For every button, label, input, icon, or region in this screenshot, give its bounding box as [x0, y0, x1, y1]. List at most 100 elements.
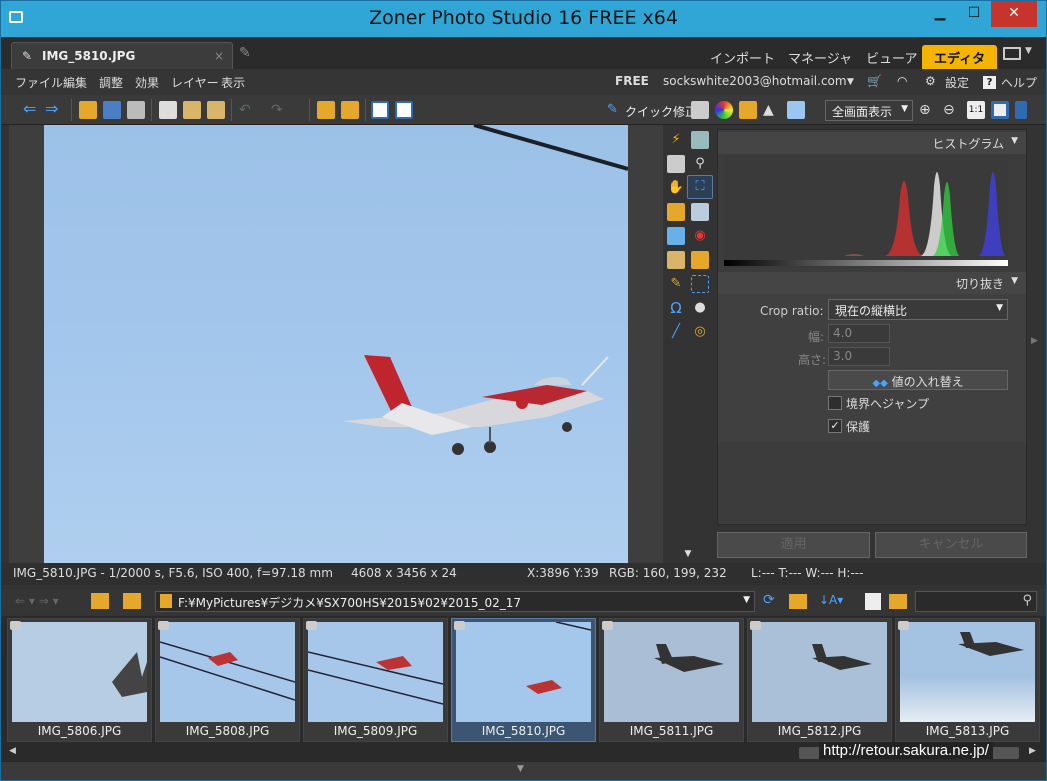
back-icon[interactable]: ⇐	[23, 101, 41, 119]
histogram-header[interactable]: ヒストグラム ▼	[718, 132, 1026, 154]
maximize-button[interactable]: ☐	[957, 1, 991, 27]
raw-jpg-icon[interactable]	[865, 593, 881, 610]
close-button[interactable]: ✕	[991, 1, 1037, 27]
paste-icon[interactable]	[183, 101, 201, 119]
menu-effects[interactable]: 効果	[135, 74, 159, 91]
fit-height-icon[interactable]	[1015, 101, 1027, 119]
document-tab[interactable]: ✎ IMG_5810.JPG ×	[11, 42, 233, 69]
thumbnail[interactable]: IMG_5808.JPG	[155, 618, 300, 742]
collapse-icon[interactable]: ▼	[517, 764, 524, 774]
landscape-icon[interactable]	[667, 227, 685, 245]
thumbnail[interactable]: IMG_5809.JPG	[303, 618, 448, 742]
zoom-in-icon[interactable]: ⊕	[919, 101, 937, 119]
settings-menu[interactable]: 設定	[945, 74, 969, 91]
thumbnail[interactable]: IMG_5812.JPG	[747, 618, 892, 742]
print-icon[interactable]	[127, 101, 145, 119]
layout-split-icon[interactable]	[395, 101, 413, 119]
layout-single-icon[interactable]	[371, 101, 389, 119]
sort-icon[interactable]: ↓A▾	[819, 593, 843, 607]
quick-fix-icon[interactable]: ✎	[607, 101, 625, 119]
jump-checkbox[interactable]	[828, 396, 842, 410]
grid-icon[interactable]	[667, 155, 685, 173]
protect-checkbox[interactable]: ✓	[828, 419, 842, 433]
fit-icon[interactable]	[991, 101, 1009, 119]
cart-icon[interactable]: 🛒	[867, 74, 882, 88]
help-icon[interactable]: ?	[983, 76, 996, 89]
crop-header[interactable]: 切り抜き ▼	[718, 272, 1026, 294]
print-tool-icon[interactable]	[691, 131, 709, 149]
view-mode-select[interactable]: 全画面表示 ▼	[825, 100, 913, 121]
lightning-icon[interactable]: ⚡	[667, 131, 685, 149]
rotate-right-icon[interactable]	[341, 101, 359, 119]
crop-ratio-select[interactable]: 現在の縦横比 ▼	[828, 299, 1008, 320]
swap-values-button[interactable]: ◆◆ 値の入れ替え	[828, 370, 1008, 390]
folder-icon[interactable]	[123, 593, 141, 609]
target-icon[interactable]: ◎	[691, 323, 709, 341]
width-input[interactable]: 4.0	[828, 324, 890, 343]
stamp-icon[interactable]	[691, 251, 709, 269]
minimize-button[interactable]: ▁	[923, 1, 957, 27]
account-email[interactable]: sockswhite2003@hotmail.com	[663, 74, 847, 88]
gear-icon[interactable]: ⚙	[925, 74, 936, 88]
search-input[interactable]: ⚲	[915, 591, 1037, 612]
menu-adjust[interactable]: 調整	[99, 74, 123, 91]
levels-icon[interactable]	[691, 101, 709, 119]
menu-view[interactable]: 表示	[221, 74, 245, 91]
redo-icon[interactable]: ↷	[271, 101, 289, 119]
actual-size-icon[interactable]: 1:1	[967, 101, 985, 119]
account-chevron-icon[interactable]: ▼	[847, 77, 854, 87]
shapes-icon[interactable]: ●	[691, 299, 709, 317]
paste-special-icon[interactable]	[207, 101, 225, 119]
menu-edit[interactable]: 編集	[63, 74, 87, 91]
tab-editor[interactable]: エディタ	[922, 45, 998, 69]
expand-panel-icon[interactable]: ▶	[1031, 336, 1038, 346]
rss-icon[interactable]: ◠	[897, 74, 907, 88]
menu-layers[interactable]: レイヤー	[171, 74, 219, 91]
menu-file[interactable]: ファイル	[15, 74, 63, 91]
height-input[interactable]: 3.0	[828, 347, 890, 366]
triangle-icon[interactable]: ▲	[763, 101, 781, 119]
image-icon[interactable]	[787, 101, 805, 119]
lasso-icon[interactable]: Ω	[667, 299, 685, 317]
save-icon[interactable]	[103, 101, 121, 119]
copy-icon[interactable]	[159, 101, 177, 119]
favorite-folder-icon[interactable]	[789, 594, 807, 609]
transform-icon[interactable]	[691, 203, 709, 221]
new-tab-icon[interactable]: ✎	[239, 45, 259, 65]
scroll-down-icon[interactable]: ▼	[679, 545, 697, 563]
search-icon[interactable]: ⚲	[691, 155, 709, 173]
quick-fix-button[interactable]: クイック修正	[625, 103, 697, 120]
rotate-left-icon[interactable]	[317, 101, 335, 119]
help-menu[interactable]: ヘルプ	[1001, 74, 1037, 91]
hand-icon[interactable]: ✋	[667, 179, 685, 197]
line-icon[interactable]: ╱	[667, 323, 685, 341]
thumbnail[interactable]: IMG_5811.JPG	[599, 618, 744, 742]
back-icon[interactable]: ⇐ ▾ ⇒ ▾	[15, 594, 59, 608]
forward-icon[interactable]: ⇒	[45, 101, 63, 119]
tab-manager[interactable]: マネージャ	[776, 45, 864, 69]
sharpen-icon[interactable]	[739, 101, 757, 119]
undo-icon[interactable]: ↶	[239, 101, 257, 119]
editor-canvas[interactable]	[9, 125, 663, 563]
path-input[interactable]: F:¥MyPictures¥デジカメ¥SX700HS¥2015¥02¥2015_…	[155, 591, 755, 612]
scroll-left-icon[interactable]: ◀	[9, 746, 16, 756]
apply-button[interactable]: 適用	[717, 532, 870, 558]
tab-import[interactable]: インポート	[698, 45, 787, 69]
clone-icon[interactable]	[667, 251, 685, 269]
close-tab-icon[interactable]: ×	[214, 49, 224, 63]
display-icon[interactable]	[1003, 47, 1021, 60]
zoom-out-icon[interactable]: ⊖	[943, 101, 961, 119]
thumbnail[interactable]: IMG_5813.JPG	[895, 618, 1040, 742]
chevron-down-icon[interactable]: ▼	[1025, 46, 1032, 56]
scroll-right-icon[interactable]: ▶	[1029, 746, 1036, 756]
red-eye-icon[interactable]: ◉	[691, 227, 709, 245]
thumbnail-selected[interactable]: IMG_5810.JPG	[451, 618, 596, 742]
open-folder-icon[interactable]	[79, 101, 97, 119]
cancel-button[interactable]: キャンセル	[875, 532, 1027, 558]
browse-folder-icon[interactable]	[889, 594, 907, 609]
brush-icon[interactable]: ✎	[667, 275, 685, 293]
adjust-image-icon[interactable]	[667, 203, 685, 221]
thumbnail[interactable]: IMG_5806.JPG	[7, 618, 152, 742]
color-icon[interactable]	[715, 101, 733, 119]
refresh-icon[interactable]: ⟳	[763, 592, 775, 608]
